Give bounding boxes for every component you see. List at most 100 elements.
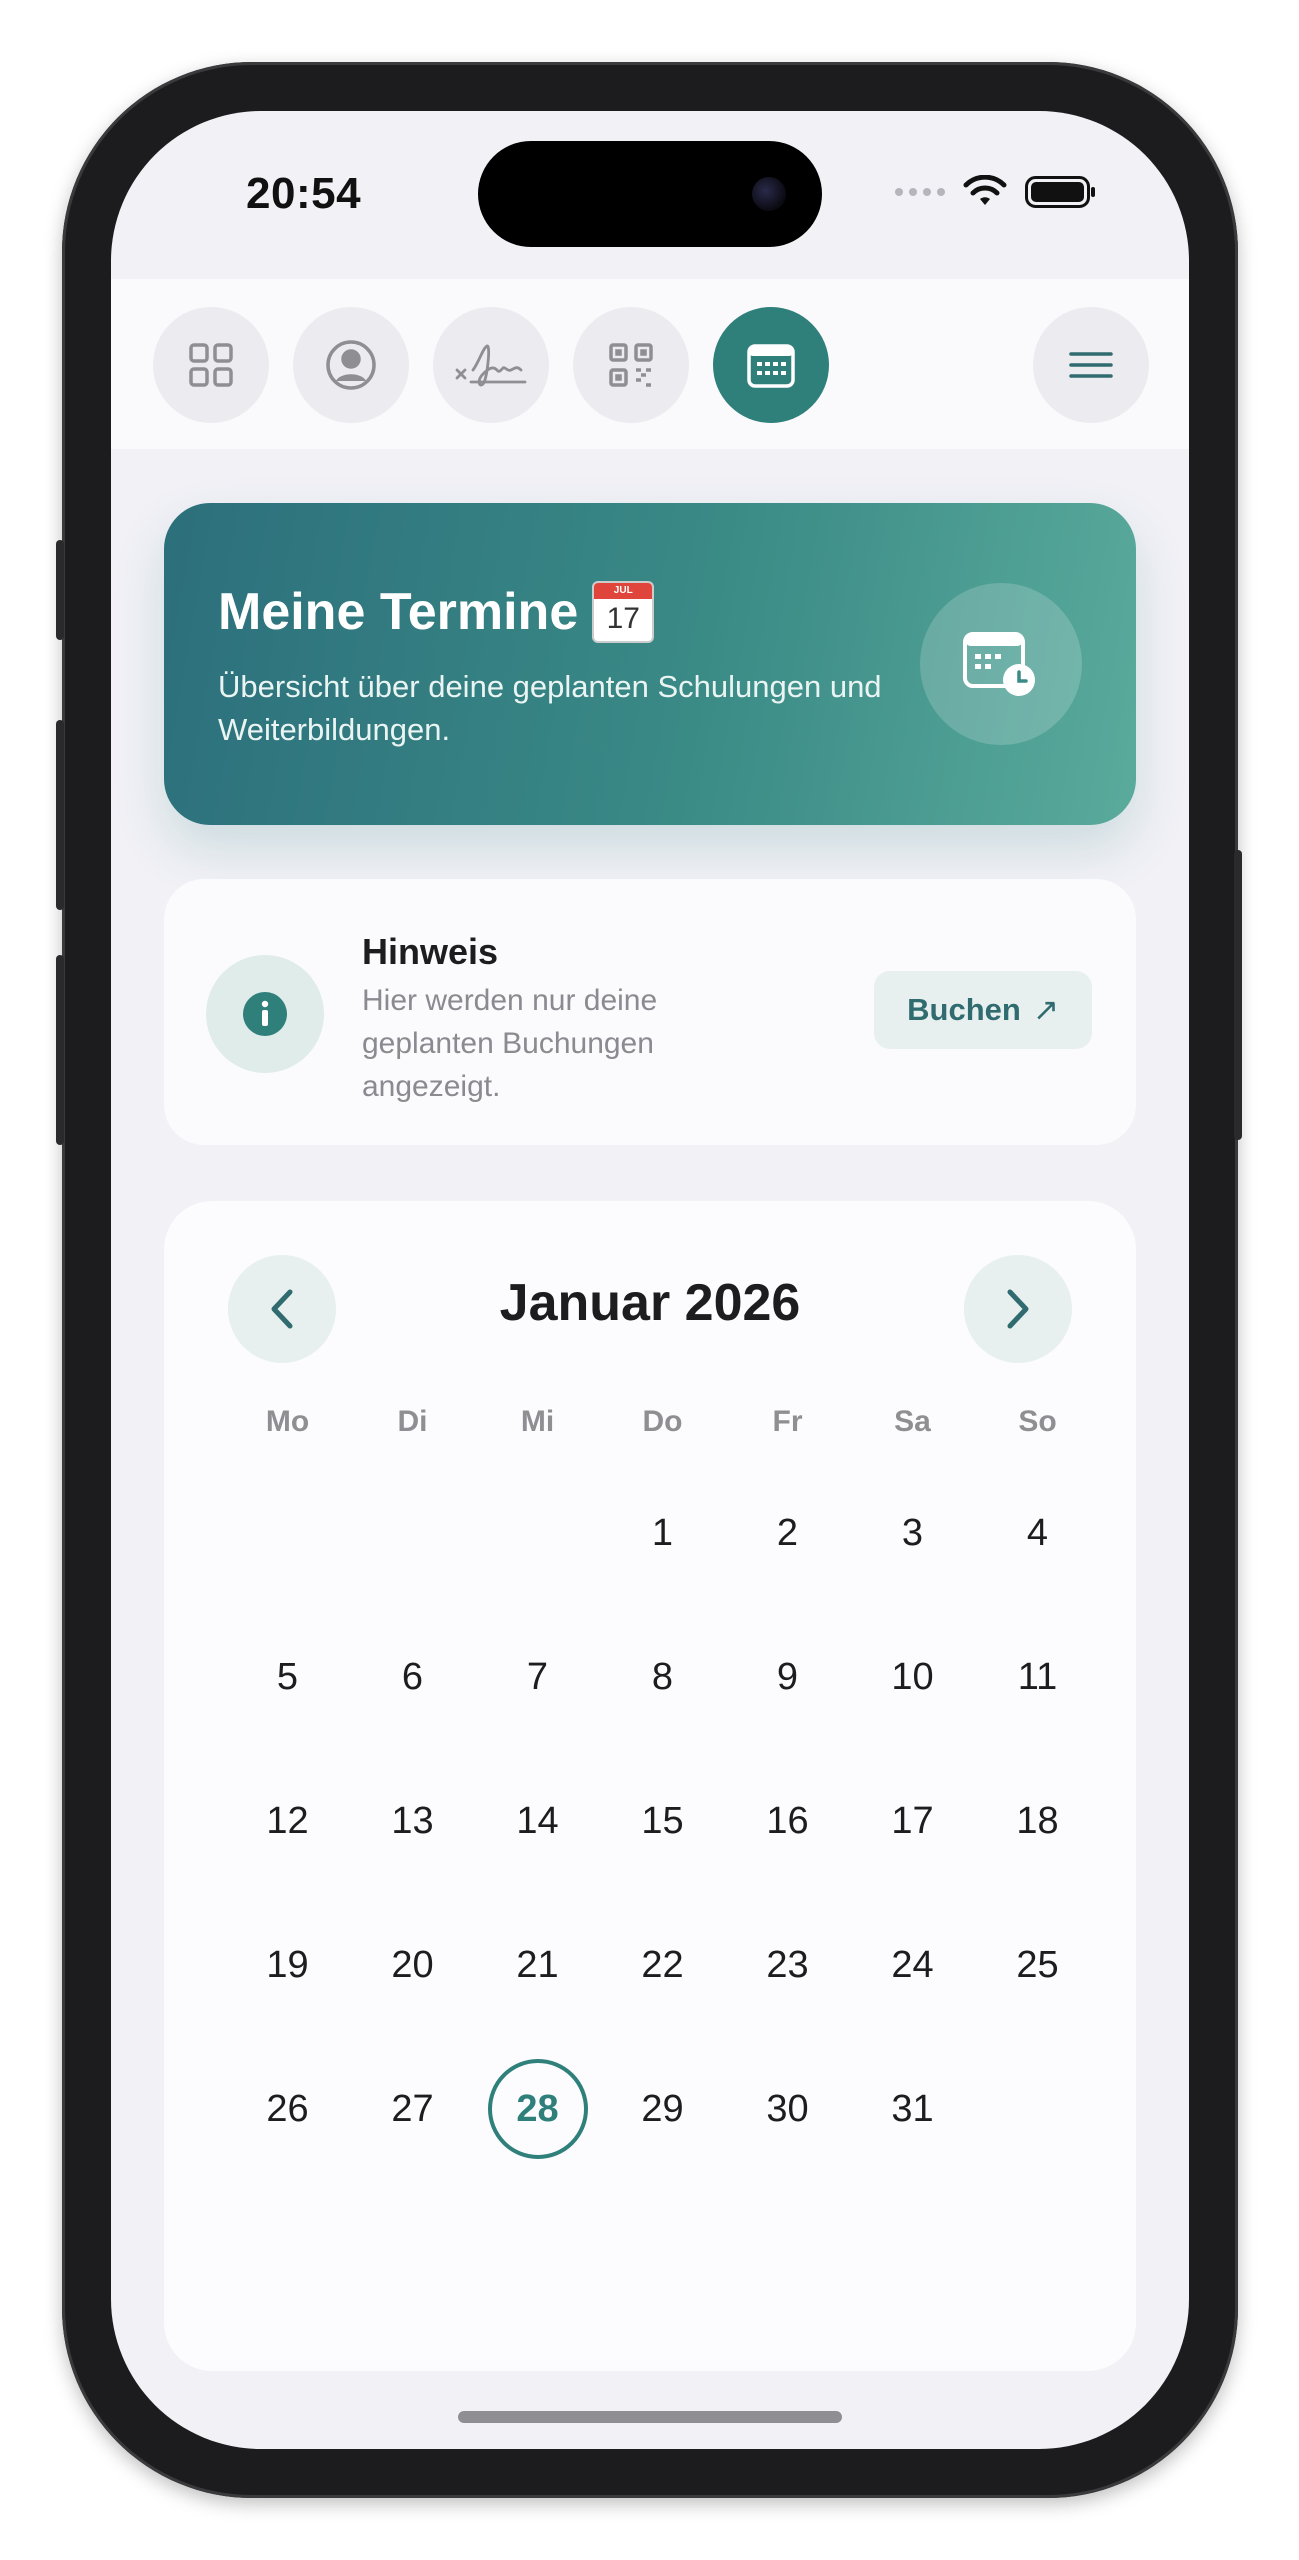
calendar-day[interactable]: 21 (475, 1893, 600, 2037)
weekday-label: Fr (772, 1405, 803, 1438)
book-button-label: Buchen (907, 992, 1021, 1027)
calendar-day[interactable]: 26 (225, 2037, 350, 2181)
calendar-day[interactable]: 29 (600, 2037, 725, 2181)
calendar-day-number: 31 (891, 2087, 934, 2130)
calendar-card: Januar 2026 Mo Di Mi Do Fr Sa So 1 2 3 4 5 6 7 8 9 10 11… (164, 1201, 1136, 2371)
calendar-day[interactable]: 7 (475, 1605, 600, 1749)
weekday-label: Mo (265, 1405, 310, 1438)
volume-down-button (56, 955, 64, 1145)
weekday-header: Mo Di Mi Do Fr Sa So (225, 1405, 1100, 1439)
calendar-day[interactable]: 25 (975, 1893, 1100, 2037)
calendar-day-number: 6 (401, 1655, 424, 1698)
calendar-day[interactable]: 30 (725, 2037, 850, 2181)
arrow-up-right-icon: ↗ (1032, 992, 1059, 1027)
calendar-day[interactable]: 19 (225, 1893, 350, 2037)
calendar-day-number: 15 (641, 1799, 684, 1842)
calendar-day-number: 28 (487, 2059, 588, 2159)
calendar-day-number: 5 (276, 1655, 299, 1698)
hero-subtitle: Übersicht über deine geplanten Schulunge… (218, 669, 882, 747)
calendar-day-grid: 1 2 3 4 5 6 7 8 9 10 11 12 13 14 15 16 17 18 19 20 21 22 23 24 2… (225, 1461, 1100, 2181)
calendar-day-number: 26 (266, 2087, 309, 2130)
calendar-day-number: 27 (391, 2087, 434, 2130)
nav-qr-button[interactable] (573, 307, 689, 423)
notice-icon-badge (206, 955, 324, 1073)
calendar-day[interactable]: 9 (725, 1605, 850, 1749)
calendar-day-number: 14 (516, 1799, 559, 1842)
calendar-day[interactable]: 18 (975, 1749, 1100, 1893)
calendar-day[interactable]: 24 (850, 1893, 975, 2037)
calendar-day[interactable]: 3 (850, 1461, 975, 1605)
calendar-day-today[interactable]: 28 (475, 2037, 600, 2181)
calendar-day[interactable]: 20 (350, 1893, 475, 2037)
calendar-day-number: 11 (1017, 1655, 1058, 1698)
calendar-day[interactable]: 1 (600, 1461, 725, 1605)
book-button[interactable]: Buchen ↗ (874, 971, 1092, 1049)
calendar-day[interactable]: 12 (225, 1749, 350, 1893)
calendar-day-number: 13 (391, 1799, 434, 1842)
calendar-day-number: 20 (391, 1943, 434, 1986)
calendar-day-number: 7 (526, 1655, 549, 1698)
calendar-day[interactable]: 2 (725, 1461, 850, 1605)
dynamic-island (478, 141, 822, 247)
signature-icon (455, 344, 527, 387)
calendar-emoji-day: 17 (606, 602, 640, 635)
hero-card: Meine Termine JUL 17 Übersicht über dein… (164, 503, 1136, 825)
calendar-empty-cell (350, 1461, 475, 1605)
calendar-day[interactable]: 6 (350, 1605, 475, 1749)
calendar-day-number: 8 (651, 1655, 674, 1698)
page-title: Meine Termine (218, 583, 579, 641)
calendar-icon (747, 344, 795, 388)
calendar-day[interactable]: 5 (225, 1605, 350, 1749)
phone-screen: 20:54 Meine Termine JUL 17 Übersicht übe… (111, 111, 1189, 2449)
nav-signature-button[interactable] (433, 307, 549, 423)
calendar-day[interactable]: 22 (600, 1893, 725, 2037)
chevron-right-icon (1007, 1289, 1029, 1329)
nav-profile-button[interactable] (293, 307, 409, 423)
status-time: 20:54 (246, 169, 362, 218)
calendar-day[interactable]: 31 (850, 2037, 975, 2181)
calendar-emoji-month: JUL (594, 583, 653, 599)
calendar-day-number: 3 (901, 1511, 924, 1554)
calendar-day[interactable]: 10 (850, 1605, 975, 1749)
home-indicator[interactable] (458, 2411, 842, 2423)
calendar-day[interactable]: 4 (975, 1461, 1100, 1605)
qr-code-icon (609, 343, 653, 387)
weekday-label: Mi (520, 1405, 555, 1438)
calendar-day[interactable]: 13 (350, 1749, 475, 1893)
wifi-icon (963, 175, 1007, 205)
calendar-day[interactable]: 16 (725, 1749, 850, 1893)
calendar-empty-cell (225, 1461, 350, 1605)
calendar-day-number: 9 (776, 1655, 799, 1698)
calendar-day-number: 21 (516, 1943, 559, 1986)
calendar-day[interactable]: 17 (850, 1749, 975, 1893)
calendar-day[interactable]: 11 (975, 1605, 1100, 1749)
weekday-label: Sa (894, 1405, 931, 1438)
notice-text: Hier werden nur deine geplanten Buchunge… (362, 984, 658, 1103)
calendar-day-number: 29 (641, 2087, 684, 2130)
nav-dashboard-button[interactable] (153, 307, 269, 423)
battery-icon (1025, 176, 1095, 208)
calendar-day[interactable]: 23 (725, 1893, 850, 2037)
cellular-signal-icon (895, 188, 945, 196)
calendar-day-number: 2 (776, 1511, 799, 1554)
hero-title-row: Meine Termine JUL 17 (218, 581, 655, 643)
volume-up-button (56, 720, 64, 910)
menu-button[interactable] (1033, 307, 1149, 423)
status-indicators (895, 175, 1097, 209)
next-month-button[interactable] (964, 1255, 1072, 1363)
calendar-day[interactable]: 8 (600, 1605, 725, 1749)
nav-calendar-button[interactable] (713, 307, 829, 423)
calendar-day[interactable]: 14 (475, 1749, 600, 1893)
calendar-day-number: 17 (891, 1799, 934, 1842)
calendar-emoji-icon: JUL 17 (592, 581, 655, 643)
info-icon (243, 992, 287, 1036)
calendar-day[interactable]: 15 (600, 1749, 725, 1893)
notice-title: Hinweis (362, 931, 499, 972)
calendar-day-number: 23 (766, 1943, 809, 1986)
top-navigation (111, 279, 1189, 449)
calendar-day-number: 1 (651, 1511, 674, 1554)
calendar-day-number: 12 (266, 1799, 309, 1842)
calendar-day-number: 24 (891, 1943, 934, 1986)
calendar-day[interactable]: 27 (350, 2037, 475, 2181)
action-button (56, 540, 64, 640)
